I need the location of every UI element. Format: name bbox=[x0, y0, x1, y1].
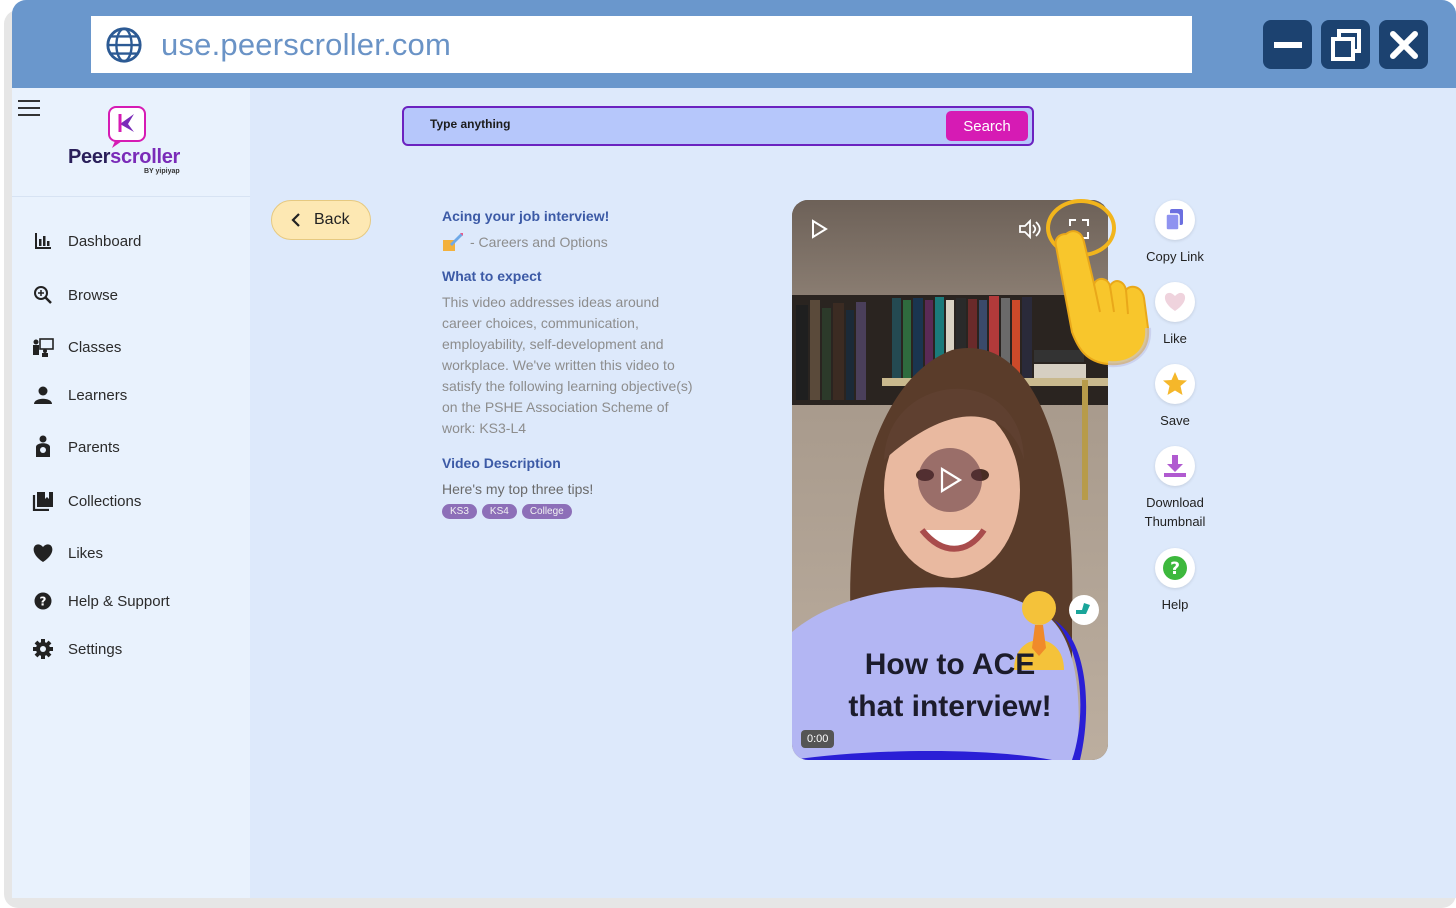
sidebar-item-label: Likes bbox=[68, 544, 104, 562]
sidebar-item-browse[interactable]: Browse bbox=[32, 280, 118, 310]
star-icon bbox=[1163, 372, 1187, 395]
brand-byline: BY yipiyap bbox=[144, 168, 180, 175]
back-label: Back bbox=[314, 211, 350, 228]
sidebar-item-label: Help & Support bbox=[68, 592, 170, 610]
heart-icon bbox=[32, 542, 54, 564]
sidebar-item-classes[interactable]: Classes bbox=[32, 332, 121, 362]
pointing-hand-icon bbox=[1054, 230, 1152, 368]
help-button[interactable]: ? Help bbox=[1130, 548, 1220, 614]
expect-heading: What to expect bbox=[442, 268, 542, 284]
close-button[interactable] bbox=[1379, 20, 1428, 69]
person-icon bbox=[32, 384, 54, 406]
heart-icon bbox=[1164, 292, 1186, 311]
sidebar-item-label: Settings bbox=[68, 640, 123, 658]
url-text: use.peerscroller.com bbox=[161, 26, 452, 62]
sidebar-item-dashboard[interactable]: Dashboard bbox=[32, 226, 141, 256]
collection-icon bbox=[32, 490, 54, 512]
play-icon bbox=[940, 467, 963, 493]
sidebar-item-learners[interactable]: Learners bbox=[32, 380, 127, 410]
minimize-icon bbox=[1273, 41, 1302, 48]
video-info: Acing your job interview! - Careers and … bbox=[442, 208, 702, 519]
svg-text:?: ? bbox=[1170, 559, 1180, 579]
question-icon: ? bbox=[32, 590, 54, 612]
sidebar-item-label: Classes bbox=[68, 338, 122, 356]
sidebar-item-settings[interactable]: Settings bbox=[32, 634, 122, 664]
video-overlay-title-line1: How to ACE bbox=[864, 648, 1036, 681]
sidebar-item-label: Parents bbox=[68, 438, 120, 456]
video-category[interactable]: - Careers and Options bbox=[442, 232, 702, 252]
sidebar-divider bbox=[12, 196, 250, 197]
expect-text: This video addresses ideas around career… bbox=[442, 294, 693, 436]
tag[interactable]: KS4 bbox=[481, 504, 517, 519]
sidebar-item-likes[interactable]: Likes bbox=[32, 538, 103, 568]
chevron-left-icon bbox=[291, 213, 300, 227]
video-title: Acing your job interview! bbox=[442, 208, 610, 224]
close-icon bbox=[1389, 30, 1418, 59]
sidebar-item-collections[interactable]: Collections bbox=[32, 486, 141, 516]
svg-text:?: ? bbox=[40, 595, 47, 609]
search-zoom-icon bbox=[32, 284, 54, 306]
globe-icon bbox=[106, 26, 142, 63]
address-bar[interactable]: use.peerscroller.com bbox=[91, 16, 1192, 73]
browser-window: use.peerscroller.com Peerscroller BY yip… bbox=[12, 0, 1456, 898]
brand-logo[interactable]: Peerscroller BY yipiyap bbox=[66, 106, 196, 181]
video-overlay-title-line2: that interview! bbox=[848, 690, 1052, 723]
sidebar-item-parents[interactable]: Parents bbox=[32, 432, 120, 462]
minimize-button[interactable] bbox=[1263, 20, 1312, 69]
play-icon[interactable] bbox=[810, 219, 828, 239]
sidebar-item-label: Learners bbox=[68, 386, 128, 404]
sidebar-item-label: Dashboard bbox=[68, 232, 142, 250]
help-icon: ? bbox=[1163, 556, 1187, 580]
brand-name: Peerscroller bbox=[68, 146, 181, 168]
video-time: 0:00 bbox=[801, 730, 835, 748]
sidebar: Peerscroller BY yipiyap Dashboard Browse… bbox=[12, 88, 250, 898]
main-content: Type anything Search Back Acing your job… bbox=[250, 88, 1456, 898]
download-icon bbox=[1164, 455, 1186, 477]
back-button[interactable]: Back bbox=[271, 200, 371, 240]
search-input[interactable]: Type anything bbox=[430, 117, 510, 131]
sidebar-item-help-support[interactable]: ? Help & Support bbox=[32, 586, 170, 616]
tag-list: KS3 KS4 College bbox=[442, 504, 702, 519]
search-button[interactable]: Search bbox=[946, 111, 1028, 141]
sidebar-item-label: Collections bbox=[68, 492, 142, 510]
tag[interactable]: College bbox=[521, 504, 572, 519]
description-heading: Video Description bbox=[442, 455, 561, 471]
download-thumbnail-button[interactable]: Download Thumbnail bbox=[1130, 446, 1220, 531]
logo-mark-icon bbox=[108, 106, 146, 148]
restore-button[interactable] bbox=[1321, 20, 1370, 69]
restore-icon bbox=[1330, 28, 1361, 61]
sidebar-item-label: Browse bbox=[68, 286, 119, 304]
video-description: Here's my top three tips! bbox=[442, 481, 594, 497]
title-bar: use.peerscroller.com bbox=[12, 0, 1456, 88]
classroom-icon bbox=[32, 336, 54, 358]
save-button[interactable]: Save bbox=[1130, 364, 1220, 430]
copy-icon bbox=[1165, 209, 1183, 231]
tag[interactable]: KS3 bbox=[442, 504, 477, 519]
rocket-icon bbox=[443, 233, 463, 251]
search-bar: Type anything Search bbox=[402, 106, 1034, 146]
gear-icon bbox=[32, 638, 54, 660]
volume-icon[interactable] bbox=[1018, 219, 1042, 239]
parent-icon bbox=[32, 435, 54, 458]
big-play-button[interactable] bbox=[918, 448, 982, 512]
bar-chart-icon bbox=[32, 230, 54, 252]
menu-icon[interactable] bbox=[18, 100, 40, 116]
